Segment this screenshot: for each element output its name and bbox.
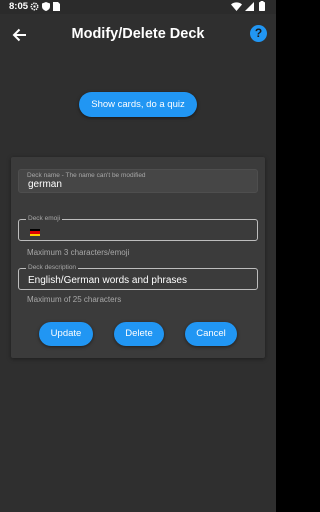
deck-description-value: English/German words and phrases: [28, 275, 187, 286]
deck-emoji-label: Deck emoji: [26, 215, 63, 222]
german-flag-icon: [30, 229, 40, 236]
deck-description-field[interactable]: Deck description English/German words an…: [18, 264, 258, 290]
battery-icon: [259, 1, 265, 11]
signal-icon: [245, 2, 254, 11]
show-cards-quiz-button[interactable]: Show cards, do a quiz: [79, 92, 197, 117]
deck-description-label: Deck description: [26, 264, 79, 271]
deck-description-helper: Maximum of 25 characters: [27, 295, 122, 304]
sim-icon: [53, 2, 60, 11]
delete-button[interactable]: Delete: [114, 322, 164, 346]
shield-icon: [42, 2, 50, 11]
deck-name-value: german: [28, 179, 62, 190]
deck-emoji-helper: Maximum 3 characters/emoji: [27, 248, 130, 257]
app-bar: Modify/Delete Deck ?: [0, 14, 276, 56]
status-bar: 8:05: [0, 0, 276, 14]
cancel-button[interactable]: Cancel: [185, 322, 237, 346]
page-title: Modify/Delete Deck: [71, 26, 205, 42]
update-button[interactable]: Update: [39, 322, 93, 346]
deck-emoji-field[interactable]: Deck emoji: [18, 215, 258, 241]
help-icon[interactable]: ?: [250, 25, 267, 42]
wifi-icon: [231, 2, 242, 11]
deck-name-field: Deck name - The name can't be modified g…: [18, 169, 258, 193]
screen-edge: [276, 0, 281, 512]
settings-icon: [30, 2, 39, 11]
screen: 8:05 Modify/Delete Deck ? Show cards, do…: [0, 0, 276, 512]
status-time: 8:05: [9, 1, 29, 12]
deck-name-label: Deck name - The name can't be modified: [27, 172, 146, 179]
deck-form-card: Deck name - The name can't be modified g…: [11, 157, 265, 358]
